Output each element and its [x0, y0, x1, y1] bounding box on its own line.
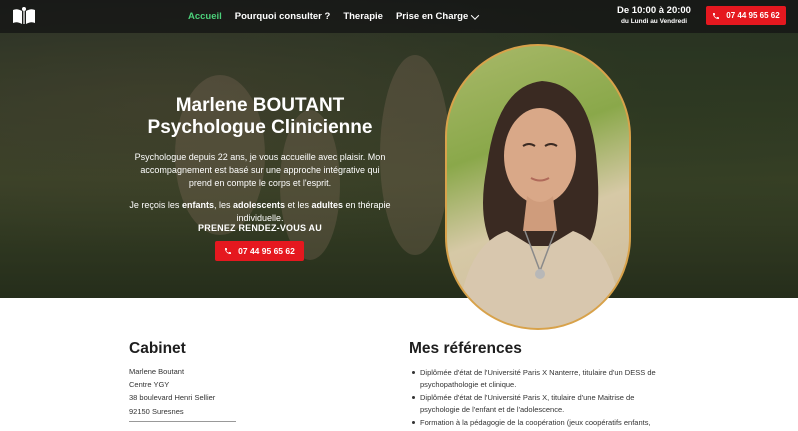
- chevron-down-icon: [471, 10, 480, 20]
- portrait-illustration: [457, 81, 623, 328]
- hero-receive-sep2: et les: [285, 200, 312, 210]
- hero-intro: Psychologue depuis 22 ans, je vous accue…: [134, 152, 386, 188]
- nav-therapie[interactable]: Therapie: [343, 11, 383, 22]
- nav-prise-en-charge-label: Prise en Charge: [395, 11, 469, 22]
- hero-receive: Je reçois les enfants, les adolescents e…: [128, 199, 392, 225]
- hero-receive-sep1: , les: [213, 200, 233, 210]
- cta-label: PRENEZ RENDEZ-VOUS AU: [198, 223, 322, 233]
- hero-section: [0, 0, 798, 298]
- hero-receive-children: enfants: [181, 200, 214, 210]
- hero-text: Marlene BOUTANT Psychologue Clinicienne …: [128, 95, 392, 225]
- address-line: Centre YGY: [129, 380, 170, 390]
- hero-phone-button[interactable]: 07 44 95 65 62: [215, 241, 304, 261]
- hours-time: De 10:00 à 20:00: [617, 5, 691, 16]
- hero-phone-number: 07 44 95 65 62: [238, 246, 295, 256]
- cabinet-title: Cabinet: [129, 340, 186, 357]
- address-line: 92150 Suresnes: [129, 406, 184, 416]
- site-header: Accueil Pourquoi consulter ? Therapie Pr…: [0, 0, 798, 33]
- opening-hours: De 10:00 à 20:00 du Lundi au Vendredi: [612, 6, 696, 25]
- nav-accueil[interactable]: Accueil: [188, 11, 222, 22]
- hero-name: Marlene BOUTANT: [175, 95, 345, 116]
- nav-pourquoi-consulter[interactable]: Pourquoi consulter ?: [235, 11, 331, 22]
- portrait-photo: [445, 44, 631, 330]
- phone-icon: [225, 248, 232, 254]
- references-title: Mes références: [409, 340, 522, 357]
- nav-prise-en-charge[interactable]: Prise en Charge: [395, 10, 480, 22]
- hero-receive-teens: adolescents: [232, 200, 285, 210]
- address-line: 38 boulevard Henri Sellier: [129, 393, 216, 403]
- references-list: Diplômée d'état de l'Université Paris X …: [412, 367, 674, 431]
- hero-receive-prefix: Je reçois les: [129, 200, 182, 210]
- header-phone-button[interactable]: 07 44 95 65 62: [706, 6, 786, 25]
- hero-receive-adults: adultes: [311, 200, 344, 210]
- hours-days: du Lundi au Vendredi: [620, 17, 688, 25]
- divider: [129, 421, 236, 422]
- header-phone-number: 07 44 95 65 62: [726, 11, 780, 20]
- hero-role: Psychologue Clinicienne: [147, 117, 373, 138]
- address-line: Marlene Boutant: [129, 367, 185, 376]
- main-nav: Accueil Pourquoi consulter ? Therapie Pr…: [188, 0, 480, 33]
- hero-overlay: [0, 0, 798, 298]
- phone-icon: [713, 12, 720, 19]
- logo-icon[interactable]: [11, 6, 37, 26]
- list-item: Diplômée d'état de l'Université Paris X …: [412, 367, 674, 390]
- list-item: Diplômée d'état de l'Université Paris X,…: [412, 392, 674, 415]
- cabinet-address: Marlene Boutant Centre YGY 38 boulevard …: [129, 365, 215, 418]
